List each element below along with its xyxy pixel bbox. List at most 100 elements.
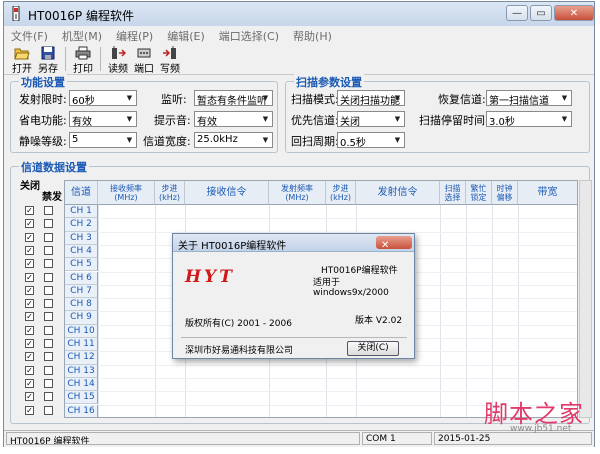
channel-cell[interactable]: CH 9 — [65, 311, 98, 325]
busy-lock-checkbox[interactable] — [44, 392, 53, 402]
saveas-button[interactable]: 另存 — [34, 44, 62, 75]
channel-cell[interactable]: CH 12 — [65, 351, 98, 365]
launch-limit-select[interactable]: 60秒 ▼ — [69, 90, 137, 106]
channel-cell[interactable]: CH 8 — [65, 298, 98, 312]
busy-lock-checkbox[interactable] — [44, 232, 53, 242]
channel-cell[interactable]: CH 11 — [65, 338, 98, 352]
channel-cell[interactable]: CH 13 — [65, 364, 98, 378]
about-dialog-titlebar[interactable]: 关于 HT0016P编程软件 ✕ — [173, 234, 414, 252]
busy-lock-checkbox[interactable] — [44, 245, 53, 255]
close-checkbox[interactable]: ✓ — [25, 206, 34, 215]
minimize-button[interactable]: — — [506, 5, 528, 21]
busy-lock-checkbox[interactable] — [44, 219, 53, 229]
close-checkbox[interactable]: ✓ — [25, 272, 34, 282]
channel-cell[interactable]: CH 16 — [65, 404, 98, 417]
menu-file[interactable]: 文件(F) — [4, 26, 55, 43]
about-compat-text: 适用于windows9x/2000 — [313, 278, 389, 298]
column-header: 步进 (kHz) — [155, 181, 185, 205]
menu-help[interactable]: 帮助(H) — [286, 26, 339, 43]
about-dialog: 关于 HT0016P编程软件 ✕ HYT HT0016P编程软件 适用于wind… — [172, 233, 415, 359]
close-checkbox[interactable]: ✓ — [25, 378, 34, 388]
grid-line — [98, 377, 577, 379]
read-button[interactable]: 读频 — [104, 44, 132, 75]
channel-cell[interactable]: CH 7 — [65, 284, 98, 299]
channel-cell[interactable]: CH 15 — [65, 391, 98, 405]
squelch-select[interactable]: 5 ▼ — [69, 132, 137, 148]
busy-lock-checkbox[interactable] — [44, 272, 53, 282]
chevron-down-icon: ▼ — [262, 115, 269, 123]
menu-port[interactable]: 端口选择(C) — [212, 26, 286, 43]
menu-program[interactable]: 编程(P) — [109, 26, 160, 43]
close-checkbox[interactable]: ✓ — [25, 325, 34, 335]
channel-cell[interactable]: CH 1 — [65, 205, 98, 219]
power-save-select[interactable]: 有效 ▼ — [69, 111, 137, 127]
bandwidth-value: 25.0kHz — [197, 134, 238, 145]
channel-cell[interactable]: CH 5 — [65, 258, 98, 272]
busy-lock-checkbox[interactable] — [44, 339, 53, 348]
busy-lock-checkbox[interactable] — [44, 285, 53, 295]
channel-cell[interactable]: CH 3 — [65, 231, 98, 245]
write-button[interactable]: 写频 — [156, 44, 184, 75]
maximize-button[interactable]: ▭ — [530, 5, 552, 21]
rescan-period-value: 0.5秒 — [340, 138, 366, 148]
close-checkbox[interactable]: ✓ — [25, 392, 34, 402]
close-column-label: 关闭 — [20, 181, 40, 192]
bandwidth-select[interactable]: 25.0kHz ▼ — [194, 132, 273, 148]
close-checkbox[interactable]: ✓ — [25, 245, 34, 255]
about-company: 深圳市好易通科技有限公司 — [185, 346, 294, 356]
close-checkbox[interactable]: ✓ — [25, 219, 34, 229]
dwell-time-select[interactable]: 3.0秒 ▼ — [486, 111, 572, 127]
toolbar-separator — [100, 47, 101, 71]
busy-lock-checkbox[interactable] — [44, 378, 53, 388]
column-header: 时钟 偏移 — [492, 181, 518, 205]
close-checkbox[interactable]: ✓ — [25, 352, 34, 362]
title-bar[interactable]: HT0016P 编程软件 — ▭ ✕ — [4, 2, 594, 27]
channel-cell[interactable]: CH 14 — [65, 377, 98, 392]
busy-lock-checkbox[interactable] — [44, 206, 53, 215]
close-checkbox[interactable]: ✓ — [25, 405, 34, 415]
disk-icon — [41, 46, 55, 60]
rescan-period-select[interactable]: 0.5秒 ▼ — [337, 132, 405, 148]
busy-lock-checkbox[interactable] — [44, 352, 53, 362]
print-label: 打印 — [73, 64, 93, 75]
busy-lock-checkbox[interactable] — [44, 312, 53, 322]
close-button[interactable]: ✕ — [554, 5, 594, 21]
scan-mode-select[interactable]: 关闭扫描功能 ▼ — [337, 90, 405, 106]
close-checkbox[interactable]: ✓ — [25, 365, 34, 375]
busy-lock-checkbox[interactable] — [44, 299, 53, 309]
channel-cell[interactable]: CH 2 — [65, 218, 98, 232]
close-checkbox[interactable]: ✓ — [25, 339, 34, 348]
menu-edit[interactable]: 编辑(E) — [160, 26, 212, 43]
vertical-scrollbar[interactable] — [579, 180, 592, 418]
port-button[interactable]: 端口 — [130, 44, 158, 75]
busy-lock-checkbox[interactable] — [44, 325, 53, 335]
priority-channel-select[interactable]: 关闭 ▼ — [337, 111, 405, 127]
beep-select[interactable]: 有效 ▼ — [194, 111, 273, 127]
menu-model[interactable]: 机型(M) — [55, 26, 109, 43]
scan-mode-label: 扫描模式: — [291, 93, 339, 106]
about-close-button[interactable]: ✕ — [376, 236, 412, 251]
print-button[interactable]: 打印 — [69, 44, 97, 75]
column-header: 接收信令 — [185, 181, 269, 205]
busy-lock-checkbox[interactable] — [44, 259, 53, 269]
close-checkbox[interactable]: ✓ — [25, 259, 34, 269]
open-button[interactable]: 打开 — [8, 44, 36, 75]
close-checkbox[interactable]: ✓ — [25, 312, 34, 322]
channel-cell[interactable]: CH 10 — [65, 324, 98, 338]
channel-cell[interactable]: CH 6 — [65, 271, 98, 285]
resume-channel-label: 恢复信道: — [438, 93, 486, 106]
column-header: 发射频率 (MHz) — [269, 181, 326, 205]
close-checkbox[interactable]: ✓ — [25, 285, 34, 295]
about-ok-button[interactable]: 关闭(C) — [347, 341, 399, 356]
channel-cell[interactable]: CH 4 — [65, 244, 98, 259]
close-checkbox[interactable]: ✓ — [25, 232, 34, 242]
column-header: 信道 — [65, 181, 98, 205]
monitor-select[interactable]: 暂态有条件监听 ▼ — [194, 90, 273, 106]
busy-lock-checkbox[interactable] — [44, 365, 53, 375]
app-icon — [12, 6, 20, 21]
resume-channel-select[interactable]: 第一扫描信道 ▼ — [486, 90, 572, 106]
printer-icon — [75, 46, 91, 60]
close-checkbox[interactable]: ✓ — [25, 299, 34, 309]
busy-lock-checkbox[interactable] — [44, 405, 53, 415]
minimize-icon: — — [512, 7, 522, 19]
